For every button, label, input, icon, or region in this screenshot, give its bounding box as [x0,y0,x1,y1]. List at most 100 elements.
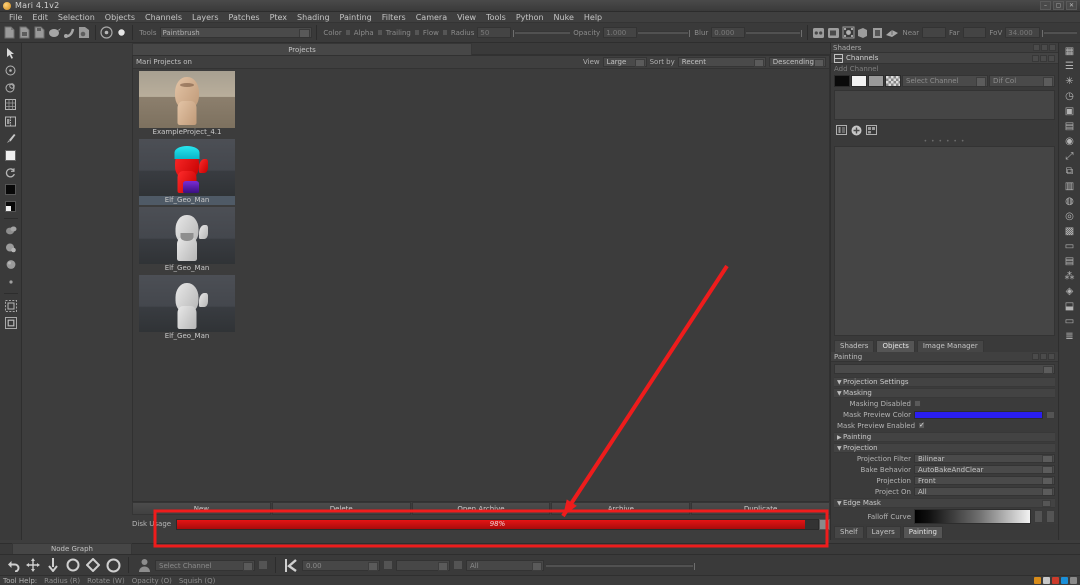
project-card[interactable]: Elf_Geo_Man [139,275,235,341]
bottom-slider[interactable] [546,561,696,571]
menu-python[interactable]: Python [511,12,549,23]
tab-objects[interactable]: Objects [876,340,915,352]
blur-tool-icon[interactable] [3,240,19,255]
light-icon[interactable] [885,24,899,41]
menu-patches[interactable]: Patches [224,12,265,23]
menu-filters[interactable]: Filters [377,12,411,23]
menu-selection[interactable]: Selection [53,12,100,23]
duplicate-channel-icon[interactable] [865,124,877,136]
perspective-icon[interactable] [856,24,870,41]
channels-float-icon[interactable] [1032,54,1039,62]
delete-project-button[interactable]: Delete [271,502,411,515]
status-indicator-1[interactable] [1043,577,1050,584]
shader-preview-area[interactable] [834,146,1055,336]
archive-button[interactable]: Archive [551,502,691,515]
menu-objects[interactable]: Objects [100,12,140,23]
projection-filter-select[interactable]: Bilinear [914,454,1055,463]
painting-float-icon[interactable] [1032,353,1039,360]
color-checkbox[interactable] [344,29,351,36]
rotate-tool-icon[interactable] [3,80,19,95]
tab-projects[interactable]: Projects [132,42,472,55]
shelf-icon[interactable]: ▤ [1062,120,1078,134]
snowflake-icon[interactable]: ✳ [1062,75,1078,89]
tab-image-manager[interactable]: Image Manager [916,340,984,352]
paint-buffer-icon[interactable] [77,24,91,41]
paint-blob-icon[interactable] [47,24,61,41]
swatch-white[interactable] [851,75,867,87]
project-card[interactable]: Elf_Geo_Man [139,139,235,205]
swatch-grey[interactable] [868,75,884,87]
channel-select-field[interactable]: Select Channel [902,75,988,87]
menu-view[interactable]: View [452,12,481,23]
channels-menu-icon[interactable] [1040,54,1047,62]
opacity-slider[interactable] [637,29,692,38]
new-project-button[interactable]: New [132,502,271,515]
ortho-view-icon[interactable] [812,24,826,41]
project-on-select[interactable]: All [914,487,1055,496]
view-select[interactable]: Large [602,57,647,67]
tab-shaders[interactable]: Shaders [834,340,875,352]
record-icon[interactable] [100,24,114,41]
tool-select[interactable]: Paintbrush [159,27,313,38]
new-project-icon[interactable] [3,24,17,41]
color-wheel-icon[interactable]: ◎ [1062,210,1078,224]
falloff-curve-reset-button[interactable] [1046,510,1055,523]
patches-icon[interactable]: ▥ [1062,180,1078,194]
status-indicator-0[interactable] [1034,577,1041,584]
falloff-curve-edit-button[interactable] [1034,510,1043,523]
swatch-checker[interactable] [885,75,901,87]
swatch-black-icon[interactable] [3,182,19,197]
open-archive-button[interactable]: Open Archive [411,502,551,515]
uv-view-icon[interactable] [826,24,840,41]
falloff-curve-gradient[interactable] [914,509,1031,524]
modo-icon[interactable]: ◈ [1062,285,1078,299]
channels-list[interactable] [834,90,1055,120]
bake-icon[interactable] [114,24,128,41]
painting-menu-icon[interactable] [1040,353,1047,360]
blur-input[interactable]: 0.000 [711,27,745,38]
swatch-corner-icon[interactable] [3,199,19,214]
image-manager-icon[interactable]: ▣ [1062,105,1078,119]
grid-tool-icon[interactable] [3,97,19,112]
shaders-menu-icon[interactable] [1041,44,1048,51]
frame-selection-icon[interactable] [3,315,19,330]
menu-nuke[interactable]: Nuke [549,12,579,23]
mirror-tool-icon[interactable] [3,114,19,129]
painting-close-icon[interactable] [1048,353,1055,360]
palette-icon[interactable]: ▦ [1062,45,1078,59]
channels-close-icon[interactable] [1048,54,1055,62]
opacity-input[interactable]: 1.000 [603,27,637,38]
clone-stamp-icon[interactable] [3,223,19,238]
blur-slider[interactable] [745,29,803,38]
shaders-close-icon[interactable] [1049,44,1056,51]
dot-tool-icon[interactable] [3,274,19,289]
tab-layers[interactable]: Layers [865,526,901,538]
near-input[interactable] [922,27,947,38]
open-project-icon[interactable] [18,24,32,41]
bulb-icon[interactable]: ◉ [1062,135,1078,149]
save-project-icon[interactable] [33,24,47,41]
shaders-float-icon[interactable] [1033,44,1040,51]
section-edge-mask[interactable]: ▼ Edge Mask [834,498,1055,508]
far-input[interactable] [962,27,987,38]
sort-select[interactable]: Recent [677,57,766,67]
tabs-icon[interactable]: ▭ [1062,240,1078,254]
disk-usage-handle[interactable] [819,518,830,530]
bottom-prev-button[interactable] [382,556,394,574]
colors-icon[interactable]: ◍ [1062,195,1078,209]
status-indicator-2[interactable] [1052,577,1059,584]
layers-stack-icon[interactable]: ☰ [1062,60,1078,74]
project-card[interactable]: ExampleProject_4.1 [139,71,235,137]
status-indicator-4[interactable] [1070,577,1077,584]
down-arrow-icon[interactable] [44,556,62,574]
flow-checkbox[interactable] [441,29,448,36]
bounding-box-icon[interactable] [3,298,19,313]
camera-icon[interactable]: ⬓ [1062,300,1078,314]
circle-icon[interactable] [64,556,82,574]
section-projection-settings[interactable]: ▼ Projection Settings [834,377,1055,387]
menu-file[interactable]: File [4,12,27,23]
menu-help[interactable]: Help [579,12,607,23]
menu-camera[interactable]: Camera [411,12,452,23]
minimize-button[interactable]: – [1040,1,1051,10]
masking-disabled-checkbox[interactable] [914,400,921,407]
